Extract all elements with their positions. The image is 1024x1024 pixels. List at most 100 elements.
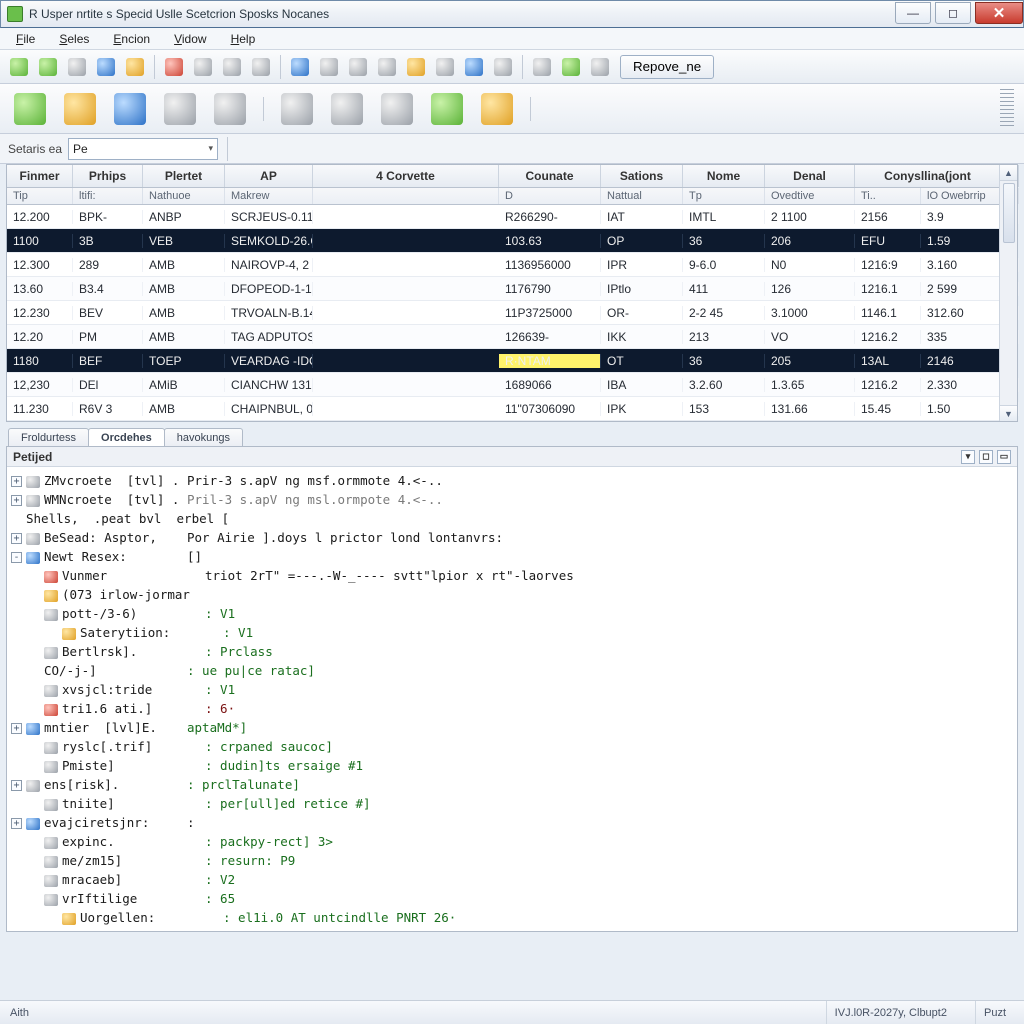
server-button[interactable] bbox=[327, 89, 367, 129]
col-nome[interactable]: Nome bbox=[683, 165, 765, 187]
col-corvette[interactable]: 4 Corvette bbox=[313, 165, 499, 187]
flag-button[interactable] bbox=[161, 54, 187, 80]
search-button[interactable] bbox=[374, 54, 400, 80]
archive-button[interactable] bbox=[93, 54, 119, 80]
table-row[interactable]: 1180BEFTOEPVEARDAG -IDCR·NTAMOT3620513AL… bbox=[7, 349, 1017, 373]
list-button[interactable] bbox=[316, 54, 342, 80]
tree-node[interactable]: +BeSead: Asptor, Por Airie ].doys l pric… bbox=[11, 528, 1009, 547]
tree-twisty-icon[interactable]: + bbox=[11, 495, 22, 506]
menu-seles[interactable]: Seles bbox=[49, 30, 99, 48]
table-row[interactable]: 11003BVEBSEMKOLD-26.C103.63OP36206EFU1.5… bbox=[7, 229, 1017, 253]
col-denal[interactable]: Denal bbox=[765, 165, 855, 187]
toolbar-grip[interactable] bbox=[1000, 89, 1014, 129]
tree-node[interactable]: expinc. : packpy-rect] 3> bbox=[11, 832, 1009, 851]
print-button[interactable] bbox=[490, 54, 516, 80]
tree-node[interactable]: +ZMvcroete [tvl] . Prir-3 s.apV ng msf.o… bbox=[11, 471, 1009, 490]
tree-twisty-icon[interactable]: + bbox=[11, 723, 22, 734]
detail-restore-button[interactable]: ◻ bbox=[979, 450, 993, 464]
tab-havokungs[interactable]: havokungs bbox=[164, 428, 243, 446]
key-button[interactable] bbox=[587, 54, 613, 80]
tree-node[interactable]: +mude : memrv7.Waudict irm it.2 bbox=[11, 927, 1009, 931]
help-button[interactable] bbox=[287, 54, 313, 80]
tree-node[interactable]: ryslc[.trif] : crpaned saucoc] bbox=[11, 737, 1009, 756]
tree-node[interactable]: Vunmer triot 2rT" =---.-W-_---- svtt"lpi… bbox=[11, 566, 1009, 585]
tree-twisty-icon[interactable]: + bbox=[11, 476, 22, 487]
detail-dropdown-button[interactable]: ▾ bbox=[961, 450, 975, 464]
wand-button[interactable] bbox=[60, 89, 100, 129]
flash-button[interactable] bbox=[122, 54, 148, 80]
col-conys[interactable]: Conysllina(jont bbox=[855, 165, 1001, 187]
close-button[interactable]: ✕ bbox=[975, 2, 1023, 24]
trash-button[interactable] bbox=[190, 54, 216, 80]
tree-node[interactable]: vrIftilige : 65 bbox=[11, 889, 1009, 908]
tree-node[interactable]: pott-/3-6) : V1 bbox=[11, 604, 1009, 623]
tree-node[interactable]: Bertlrsk]. : Prclass bbox=[11, 642, 1009, 661]
tree-node[interactable]: mracaeb] : V2 bbox=[11, 870, 1009, 889]
tree-node[interactable]: +mntier [lvl]E. aptaMd*] bbox=[11, 718, 1009, 737]
tree-twisty-icon[interactable]: + bbox=[11, 780, 22, 791]
tree-node[interactable]: Pmiste] : dudin]ts ersaige #1 bbox=[11, 756, 1009, 775]
menu-encion[interactable]: Encion bbox=[103, 30, 160, 48]
col-sations[interactable]: Sations bbox=[601, 165, 683, 187]
detail-tree[interactable]: +ZMvcroete [tvl] . Prir-3 s.apV ng msf.o… bbox=[7, 467, 1017, 931]
menu-file[interactable]: File bbox=[6, 30, 45, 48]
tree-node[interactable]: +WMNcroete [tvl] . Pril-3 s.apV ng msl.o… bbox=[11, 490, 1009, 509]
maximize-button[interactable]: ◻ bbox=[935, 2, 971, 24]
col-prhips[interactable]: Prhips bbox=[73, 165, 143, 187]
col-finmer[interactable]: Finmer bbox=[7, 165, 73, 187]
refresh-button[interactable] bbox=[403, 54, 429, 80]
home-big-button[interactable] bbox=[10, 89, 50, 129]
tab-froldurtess[interactable]: Froldurtess bbox=[8, 428, 89, 446]
scroll-up-icon[interactable]: ▲ bbox=[1000, 165, 1017, 181]
tab-orcdehes[interactable]: Orcdehes bbox=[88, 428, 165, 446]
package-button[interactable] bbox=[277, 89, 317, 129]
vertical-scrollbar[interactable]: ▲ ▼ bbox=[999, 165, 1017, 421]
menu-vidow[interactable]: Vidow bbox=[164, 30, 216, 48]
scroll-down-icon[interactable]: ▼ bbox=[1000, 405, 1017, 421]
tree-node[interactable]: -Newt Resex: [] bbox=[11, 547, 1009, 566]
table-row[interactable]: 11.230R6V 3AMBCHAIPNBUL, 0-1·211"0730609… bbox=[7, 397, 1017, 421]
tree-twisty-icon[interactable]: + bbox=[11, 533, 22, 544]
table-row[interactable]: 13.60B3.4AMBDFOPEOD-1-1281176790IPtlo411… bbox=[7, 277, 1017, 301]
export-button[interactable] bbox=[529, 54, 555, 80]
tree-node[interactable]: CO/-j-] : ue pu|ce ratac] bbox=[11, 661, 1009, 680]
home-button[interactable] bbox=[248, 54, 274, 80]
grid-button[interactable] bbox=[432, 54, 458, 80]
search-combo[interactable]: Pe ▾ bbox=[68, 138, 218, 160]
tree-node[interactable]: tri1.6 ati.] : 6· bbox=[11, 699, 1009, 718]
status-button[interactable] bbox=[558, 54, 584, 80]
globe-button[interactable] bbox=[110, 89, 150, 129]
save-button[interactable] bbox=[64, 54, 90, 80]
tree-node[interactable]: xvsjcl:tride : V1 bbox=[11, 680, 1009, 699]
col-plertet[interactable]: Plertet bbox=[143, 165, 225, 187]
camera-button[interactable] bbox=[210, 89, 250, 129]
scroll-thumb[interactable] bbox=[1003, 183, 1015, 243]
screen-button[interactable] bbox=[461, 54, 487, 80]
tree-node[interactable]: me/zm15] : resurn: P9 bbox=[11, 851, 1009, 870]
drive-button[interactable] bbox=[377, 89, 417, 129]
menu-help[interactable]: Help bbox=[221, 30, 266, 48]
table-row[interactable]: 12.20PMAMBTAG ADPUTOS-P1G126639-IKK213VO… bbox=[7, 325, 1017, 349]
user-button[interactable] bbox=[160, 89, 200, 129]
disk-button[interactable] bbox=[219, 54, 245, 80]
recycle-button[interactable] bbox=[427, 89, 467, 129]
table-row[interactable]: 12.200BPK-ANBPSCRJEUS-0.11*R266290-IATIM… bbox=[7, 205, 1017, 229]
nav-forward-button[interactable] bbox=[35, 54, 61, 80]
table-row[interactable]: 12.230BEVAMBTRVOALN-B.1411P3725000OR-2-2… bbox=[7, 301, 1017, 325]
folder-button[interactable] bbox=[477, 89, 517, 129]
repove-button[interactable]: Repove_ne bbox=[620, 55, 714, 79]
tree-node[interactable]: +evajciretsjnr: : bbox=[11, 813, 1009, 832]
detail-close-button[interactable]: ▭ bbox=[997, 450, 1011, 464]
tree-node[interactable]: Uorgellen: : el1i.0 AT untcindlle PNRT 2… bbox=[11, 908, 1009, 927]
minimize-button[interactable]: — bbox=[895, 2, 931, 24]
tree-node[interactable]: Shells, .peat bvl erbel [ bbox=[11, 509, 1009, 528]
nav-back-button[interactable] bbox=[6, 54, 32, 80]
tree-node[interactable]: +ens[risk]. : prclTalunate] bbox=[11, 775, 1009, 794]
tree-node[interactable]: (073 irlow-jormar bbox=[11, 585, 1009, 604]
tree-twisty-icon[interactable]: - bbox=[11, 552, 22, 563]
doc-button[interactable] bbox=[345, 54, 371, 80]
tree-node[interactable]: Saterytiion: : V1 bbox=[11, 623, 1009, 642]
table-row[interactable]: 12,230DElAMiBCIANCHW 131 .9-4 11689066IB… bbox=[7, 373, 1017, 397]
col-ap[interactable]: AP bbox=[225, 165, 313, 187]
tree-twisty-icon[interactable]: + bbox=[11, 818, 22, 829]
